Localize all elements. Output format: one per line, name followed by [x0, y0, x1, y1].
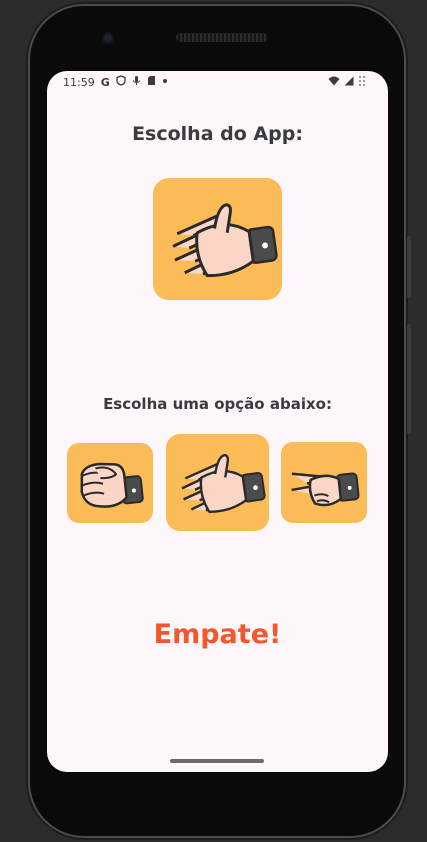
google-icon: G: [100, 75, 110, 89]
wifi-icon: [328, 76, 340, 90]
sd-card-icon: [147, 75, 156, 90]
status-time: 11:59: [63, 76, 95, 89]
option-paper-button[interactable]: [166, 434, 269, 531]
power-button: [407, 236, 411, 298]
option-scissors-button[interactable]: [281, 442, 367, 523]
battery-icon: [358, 75, 366, 90]
shield-icon: [116, 75, 126, 90]
app-screen: 11:59 G Escolha do App: Escolha uma opçã…: [47, 71, 388, 772]
paper-hand-icon: [181, 454, 266, 513]
signal-icon: [344, 76, 354, 90]
paper-hand-icon: [172, 203, 278, 278]
front-camera-icon: [102, 32, 114, 44]
earpiece-speaker: [176, 33, 268, 42]
status-bar: 11:59 G: [47, 71, 388, 93]
app-choice-title: Escolha do App:: [132, 123, 303, 145]
rock-fist-icon: [80, 462, 144, 508]
dot-icon: [162, 75, 168, 90]
scissors-hand-icon: [291, 472, 360, 507]
option-rock-button[interactable]: [67, 443, 153, 523]
app-choice-tile: [153, 178, 282, 300]
choose-option-label: Escolha uma opção abaixo:: [103, 395, 332, 413]
result-text: Empate!: [153, 619, 282, 650]
mic-icon: [132, 75, 141, 90]
gesture-nav-bar[interactable]: [170, 759, 264, 763]
volume-button: [407, 324, 411, 434]
